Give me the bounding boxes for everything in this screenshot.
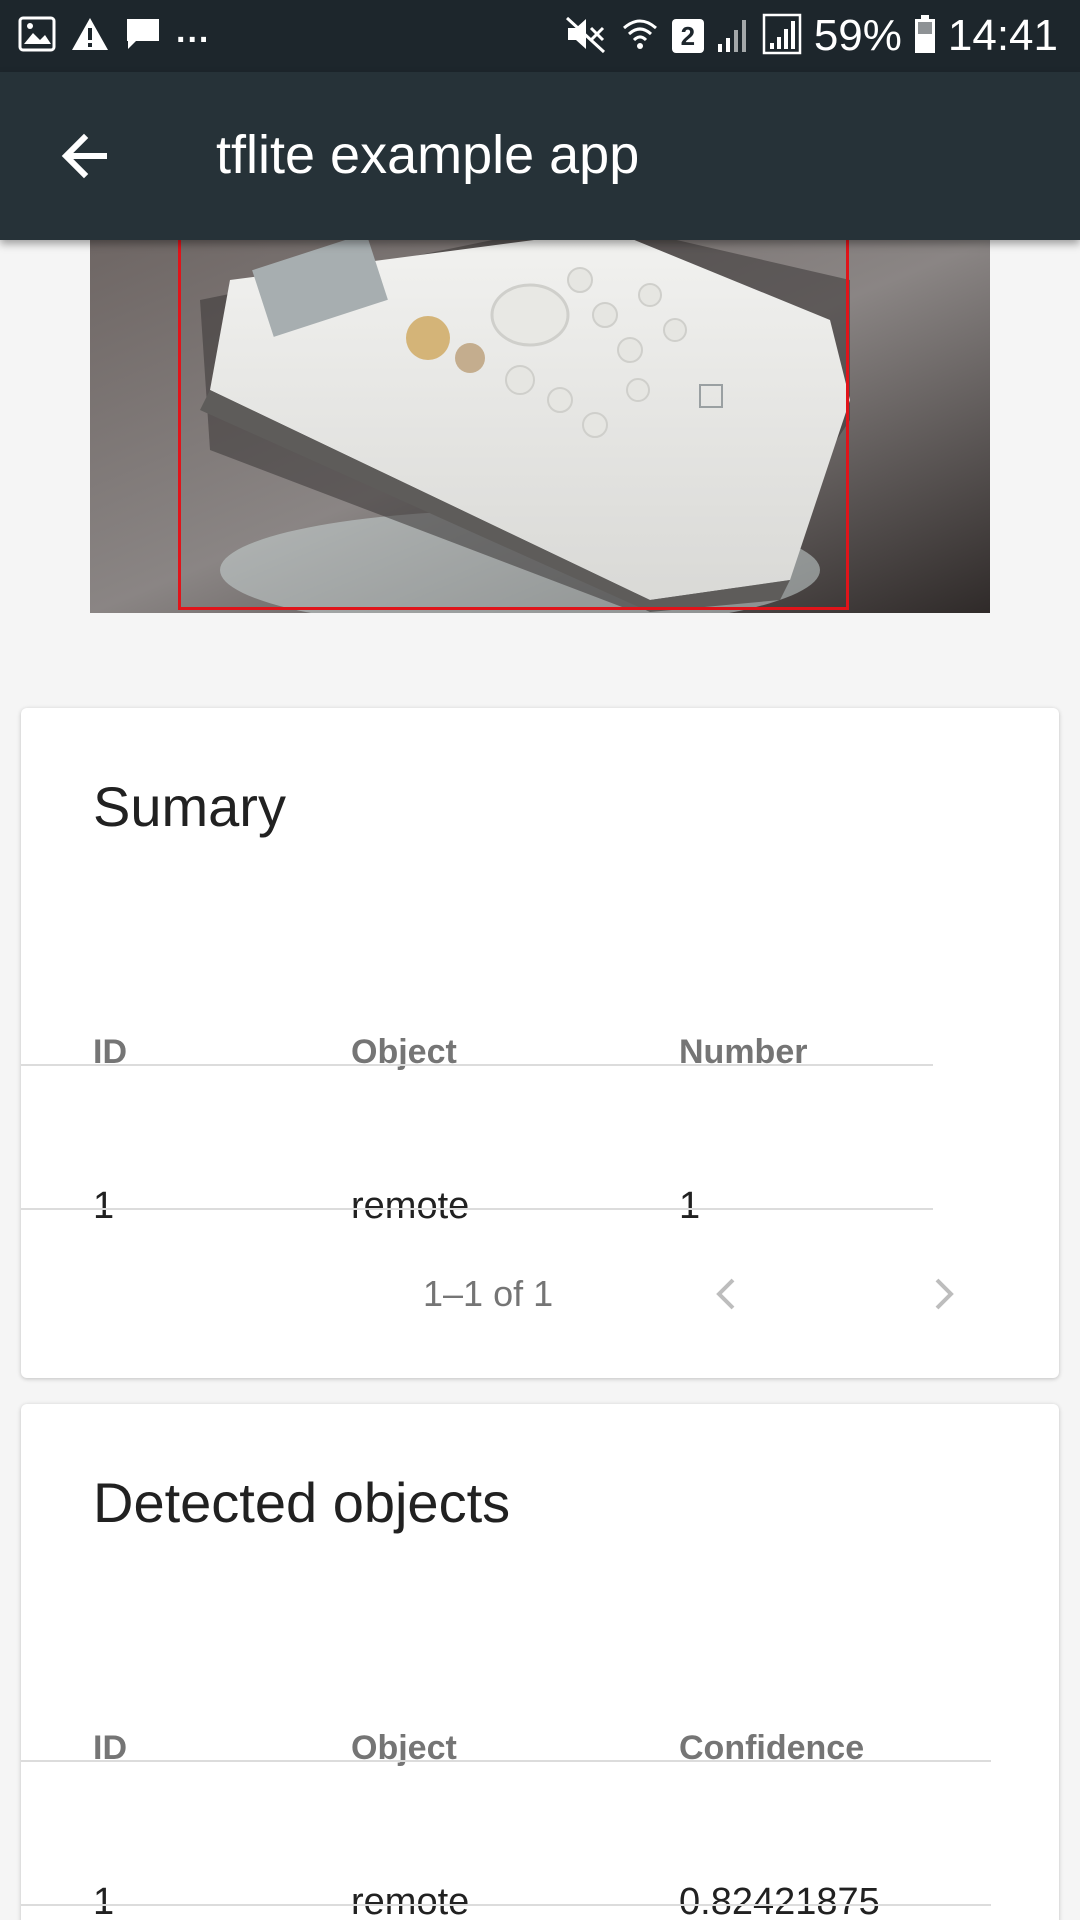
mute-icon [564,14,608,59]
chevron-left-icon [716,1278,735,1310]
sim-slot-badge: 2 [671,19,704,53]
divider [21,1904,991,1906]
cell-id: 1 [93,1881,115,1920]
signal-icon-2 [762,13,802,60]
app-bar: tflite example app [0,72,1080,240]
column-header-id[interactable]: ID [93,1678,127,1818]
cell-object: remote [351,1881,470,1920]
summary-card: Sumary ID Object Number 1 remote 1 1–1 o… [21,708,1059,1378]
clock: 14:41 [947,11,1058,60]
pagination-range: 1–1 of 1 [423,1273,554,1314]
detection-box [178,240,849,610]
detected-title: Detected objects [93,1471,511,1534]
more-notifications: ... [176,11,211,50]
column-header-confidence[interactable]: Confidence [679,1678,864,1818]
column-header-number[interactable]: Number [679,982,807,1122]
detected-objects-card: Detected objects ID Object Confidence 1 … [21,1404,1059,1920]
message-icon [124,16,162,57]
warning-icon [70,16,110,57]
pagination: 1–1 of 1 [21,1234,1059,1354]
app-title: tflite example app [216,125,640,185]
summary-title: Sumary [93,775,286,838]
signal-icon [716,14,750,59]
wifi-icon [620,14,660,59]
camera-image [90,240,990,613]
divider [21,1760,991,1762]
notification-icons: ... [18,12,210,57]
divider [21,1064,933,1066]
status-bar: ... 2 59% 14:41 [0,0,1080,72]
detected-header-row: ID Object Confidence [21,1678,991,1818]
cell-confidence: 0.82421875 [679,1881,880,1920]
image-icon [18,16,56,57]
arrow-back-icon [61,133,107,179]
summary-header-row: ID Object Number [21,982,933,1122]
divider [21,1208,933,1210]
table-row[interactable]: 1 remote 0.82421875 [21,1832,991,1920]
column-header-id[interactable]: ID [93,982,127,1122]
chevron-right-icon [935,1278,954,1310]
system-icons: 2 59% 14:41 [564,10,1058,62]
column-header-object[interactable]: Object [351,1678,457,1818]
battery-percent: 59% [813,11,902,60]
next-page-button[interactable] [911,1262,975,1326]
battery-icon [914,14,936,59]
column-header-object[interactable]: Object [351,982,457,1122]
back-button[interactable] [44,116,124,196]
previous-page-button[interactable] [695,1262,759,1326]
